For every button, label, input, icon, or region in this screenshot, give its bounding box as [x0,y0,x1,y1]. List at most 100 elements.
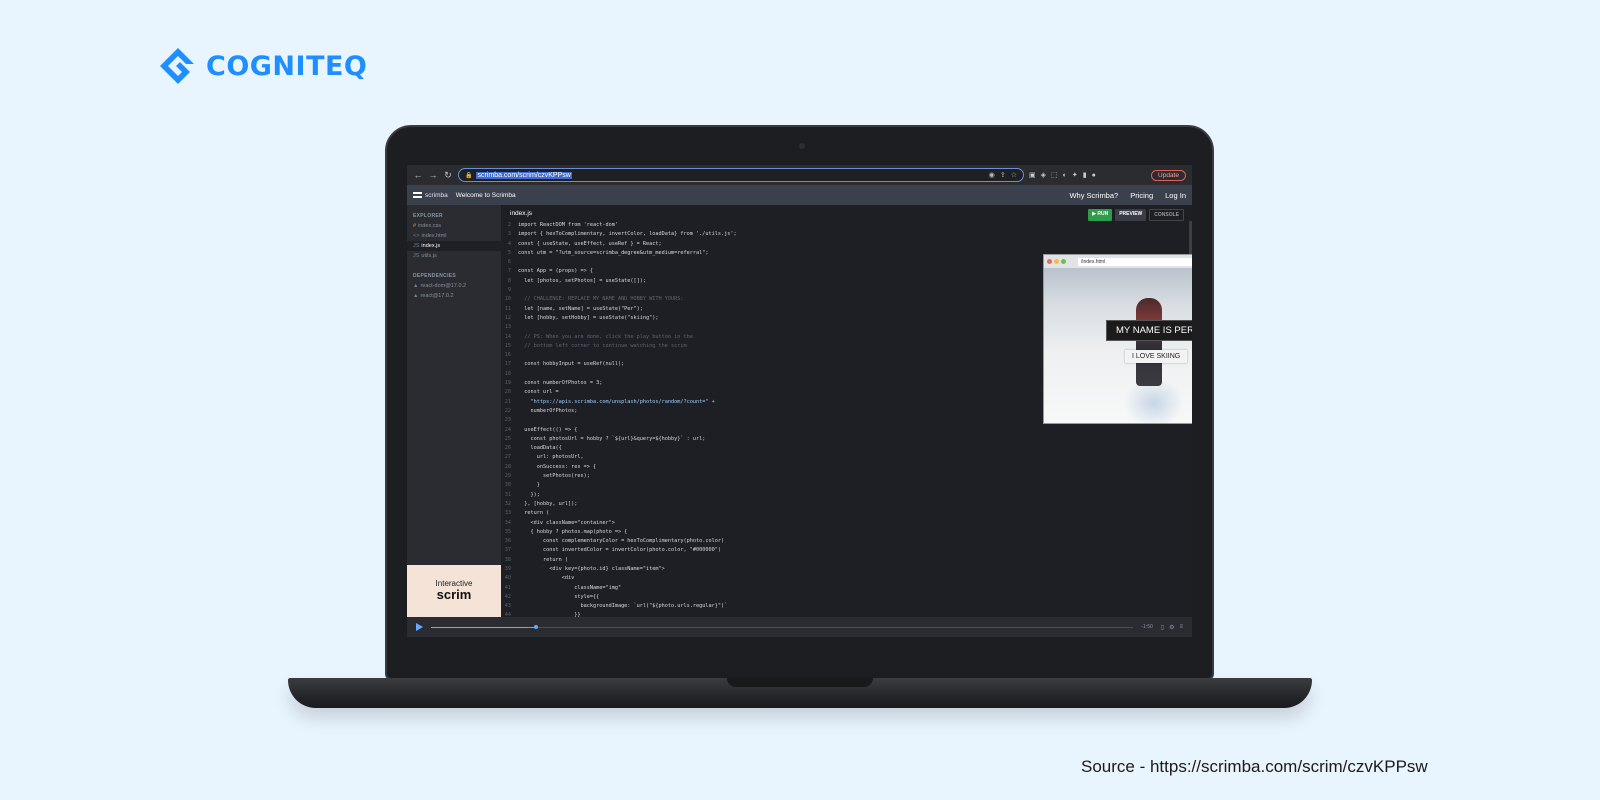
code-line[interactable]: 10 // CHALLENGE: REPLACE MY NAME AND HOB… [501,295,941,304]
file-item-utils-js[interactable]: JS utils.js [407,251,501,261]
dependency-item[interactable]: ▲ react@17.0.2 [407,291,501,301]
progress-track[interactable] [431,624,1134,629]
play-icon[interactable] [416,623,423,631]
code-line[interactable]: 20 const url = [501,388,941,397]
extension-icon[interactable]: ⬚ [1051,171,1058,179]
console-button[interactable]: CONSOLE [1149,209,1184,221]
interactive-scrim-promo[interactable]: Interactive scrim [407,565,501,617]
minimize-dot-icon[interactable] [1054,259,1059,264]
line-number: 32 [504,500,511,507]
file-item-index-js[interactable]: JS index.js [407,241,501,251]
line-text: const App = (props) => { [518,268,593,275]
editor-buttons: ▶ RUN PREVIEW CONSOLE [1088,209,1184,221]
code-line[interactable]: 43 backgroundImage: `url("${photo.urls.r… [501,602,941,611]
code-line[interactable]: 40 <div [501,574,941,583]
dependency-item[interactable]: ▲ react-dom@17.0.2 [407,281,501,291]
link-log-in[interactable]: Log In [1165,191,1186,200]
reload-icon[interactable]: ↻ [443,170,453,181]
code-line[interactable]: 9 [501,286,941,295]
code-line[interactable]: 5 const utm = "?utm_source=scrimba_degree… [501,249,941,258]
code-line[interactable]: 37 const invertedColor = invertColor(pho… [501,546,941,555]
code-line[interactable]: 22 numberOfPhotos; [501,407,941,416]
code-line[interactable]: 23 [501,416,941,425]
code-line[interactable]: 17 const hobbyInput = useRef(null); [501,360,941,369]
share-icon[interactable]: ⇪ [1000,171,1006,179]
puzzle-icon[interactable]: ✦ [1072,171,1078,179]
update-button[interactable]: Update [1151,169,1186,181]
code-line[interactable]: 16 [501,351,941,360]
scrimba-logo[interactable]: scrimba [413,192,448,199]
line-text: className="img" [518,584,622,591]
code-line[interactable]: 38 return ( [501,556,941,565]
preview-window: /index.html MY NAME IS PER I LOVE SKIING [1043,254,1192,424]
address-url[interactable]: scrimba.com/scrim/czvKPPsw [476,171,572,179]
menu-icon[interactable]: ≡ [1179,624,1183,631]
line-text: let [photos, setPhotos] = useState([]); [518,277,647,284]
code-line[interactable]: 4 const { useState, useEffect, useRef } =… [501,240,941,249]
code-line[interactable]: 35 { hobby ? photos.map(photo => { [501,528,941,537]
code-line[interactable]: 27 url: photosUrl, [501,453,941,462]
code-line[interactable]: 42 style={{ [501,593,941,602]
line-text: // bottom left corner to continue watchi… [518,342,687,349]
code-line[interactable]: 8 let [photos, setPhotos] = useState([])… [501,277,941,286]
progress-handle[interactable] [534,624,539,629]
code-line[interactable]: 26 loadData({ [501,444,941,453]
code-line[interactable]: 24 useEffect(() => { [501,426,941,435]
file-item-index-css[interactable]: # index.css [407,221,501,231]
run-button[interactable]: ▶ RUN [1088,209,1113,221]
preview-button[interactable]: PREVIEW [1115,209,1147,221]
code-line[interactable]: 2 import ReactDOM from 'react-dom' [501,221,941,230]
code-line[interactable]: 33 return ( [501,509,941,518]
code-line[interactable]: 7 const App = (props) => { [501,267,941,276]
code-line[interactable]: 6 [501,258,941,267]
code-line[interactable]: 29 setPhotos(res); [501,472,941,481]
maximize-dot-icon[interactable] [1061,259,1066,264]
code-line[interactable]: 18 [501,370,941,379]
code-line[interactable]: 19 const numberOfPhotos = 3; [501,379,941,388]
forward-icon[interactable]: → [428,170,438,180]
settings-icon[interactable]: ⚙ [1169,624,1174,631]
dependency-name: react-dom@17.0.2 [420,283,467,289]
preview-photo: MY NAME IS PER I LOVE SKIING [1044,268,1192,423]
code-line[interactable]: 21 "https://apis.scrimba.com/unsplash/ph… [501,398,941,407]
link-why-scrimba[interactable]: Why Scrimba? [1069,191,1118,200]
code-line[interactable]: 13 [501,323,941,332]
bookmark-star-icon[interactable]: ☆ [1011,171,1017,179]
code-line[interactable]: 15 // bottom left corner to continue wat… [501,342,941,351]
code-line[interactable]: 25 const photosUrl = hobby ? `${url}&que… [501,435,941,444]
code-line[interactable]: 32 }, [hobby, url]); [501,500,941,509]
code-line[interactable]: 31 }); [501,491,941,500]
code-line[interactable]: 28 onSuccess: res => { [501,463,941,472]
line-number: 34 [504,519,511,526]
cogniteq-logo-icon [160,48,194,84]
google-lens-icon[interactable]: ◉ [989,171,995,179]
code-line[interactable]: 3 import { hexToComplimentary, invertColo… [501,230,941,239]
bookmark-icon[interactable]: ▯ [1161,624,1164,631]
code-line[interactable]: 30 } [501,481,941,490]
close-dot-icon[interactable] [1047,259,1052,264]
line-text: { hobby ? photos.map(photo => { [518,528,628,535]
line-text: // PS: When you are done, click the play… [518,333,693,340]
code-line[interactable]: 11 let [name, setName] = useState("Per")… [501,305,941,314]
code-line[interactable]: 34 <div className="container"> [501,519,941,528]
extension-icon[interactable]: ◈ [1041,171,1046,179]
profile-icon[interactable]: ● [1092,172,1096,179]
extension-icon[interactable]: ▣ [1029,171,1036,179]
code-line[interactable]: 39 <div key={photo.id} className="item"> [501,565,941,574]
address-bar[interactable]: 🔒 scrimba.com/scrim/czvKPPsw ◉ ⇪ ☆ [458,168,1024,182]
file-item-index-html[interactable]: <> index.html [407,231,501,241]
preview-url[interactable]: /index.html [1078,257,1192,266]
header-links: Why Scrimba? Pricing Log In [1069,191,1186,200]
code-line[interactable]: 12 let [hobby, setHobby] = useState("ski… [501,314,941,323]
code-line[interactable]: 14 // PS: When you are done, click the p… [501,333,941,342]
js-file-icon: JS [413,243,420,249]
back-icon[interactable]: ← [413,170,423,180]
code-line[interactable]: 41 className="img" [501,584,941,593]
link-pricing[interactable]: Pricing [1130,191,1153,200]
line-text: let [hobby, setHobby] = useState("skiing… [518,314,659,321]
line-text: setPhotos(res); [518,473,590,480]
code-line[interactable]: 36 const complementaryColor = hexToCompl… [501,537,941,546]
extension-icon[interactable]: ◐ [1063,172,1067,179]
code-area[interactable]: 2 import ReactDOM from 'react-dom' 3 import… [501,221,941,621]
sidebar-icon[interactable]: ▮ [1083,171,1087,179]
